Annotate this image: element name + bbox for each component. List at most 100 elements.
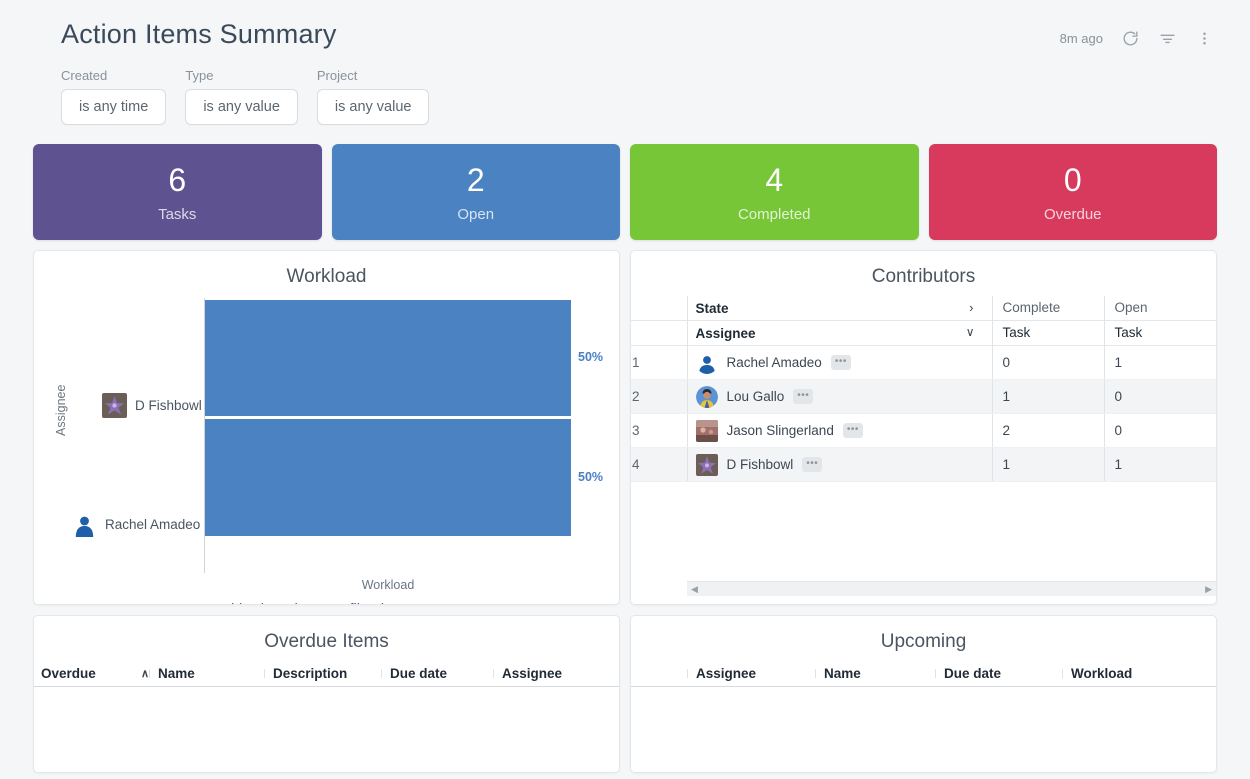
contributors-panel: Contributors State › Complete Open Assig… [630, 250, 1217, 605]
table-row[interactable]: 2 L [631, 380, 1216, 414]
header-actions: 8m ago [1060, 16, 1218, 48]
workload-title: Workload [34, 251, 619, 296]
kpi-label-tasks: Tasks [158, 206, 196, 223]
row-complete-count: 2 [992, 414, 1104, 448]
overdue-col-name[interactable]: Name [149, 666, 264, 681]
workload-category-0: D Fishbowl [102, 393, 202, 418]
contributors-col-complete-task: Task [992, 321, 1104, 346]
avatar [696, 352, 718, 374]
panel-row-top: Workload Assignee D Fishbowl [32, 250, 1218, 605]
contributors-group-state: State [696, 297, 729, 321]
contributors-group-complete: Complete [992, 296, 1104, 321]
kpi-label-overdue: Overdue [1044, 206, 1102, 223]
kpi-card-tasks[interactable]: 6 Tasks [33, 144, 322, 240]
workload-y-axis-title: Assignee [54, 385, 68, 436]
row-complete-count: 0 [992, 346, 1104, 380]
overdue-col-overdue-label: Overdue [41, 666, 96, 681]
assignee-name: Lou Gallo [727, 389, 785, 404]
overdue-col-overdue[interactable]: Overdue ∧ [34, 666, 149, 681]
avatar-d-fishbowl [102, 393, 127, 418]
last-updated-text: 8m ago [1060, 31, 1103, 46]
row-assignee: Lou Gallo ••• [687, 380, 992, 414]
assignee-name: Jason Slingerland [727, 423, 834, 438]
kpi-value-tasks: 6 [168, 162, 186, 198]
upcoming-col-name[interactable]: Name [815, 666, 935, 681]
kpi-label-completed: Completed [738, 206, 811, 223]
filter-created: Created is any time [61, 68, 166, 125]
overdue-items-body [34, 687, 619, 773]
row-open-count: 1 [1104, 448, 1216, 482]
dashboard-page: Action Items Summary 8m ago Create [0, 0, 1250, 779]
filter-type: Type is any value [185, 68, 298, 125]
upcoming-title: Upcoming [631, 616, 1216, 661]
upcoming-header-row: Assignee Name Due date Workload [631, 661, 1216, 687]
workload-chart: Assignee D Fishbowl 50% [34, 296, 619, 596]
chevron-down-icon[interactable]: ∨ [966, 325, 975, 339]
page-title: Action Items Summary [32, 16, 337, 52]
more-options-icon[interactable]: ••• [831, 355, 851, 370]
row-open-count: 0 [1104, 380, 1216, 414]
contributors-column-header-row: Assignee ∨ Task Task [631, 321, 1216, 346]
contributors-horizontal-scrollbar[interactable]: ◀ ▶ [687, 581, 1216, 596]
row-index: 1 [631, 346, 687, 380]
contributors-col-assignee: Assignee [696, 322, 756, 346]
filter-type-label: Type [185, 68, 298, 83]
overdue-col-description[interactable]: Description [264, 666, 381, 681]
table-row[interactable]: 4 D Fishbowl ••• [631, 448, 1216, 482]
contributors-col-open-task: Task [1104, 321, 1216, 346]
workload-bar-1[interactable] [205, 419, 571, 536]
overdue-items-header-row: Overdue ∧ Name Description Due date Assi… [34, 661, 619, 687]
filter-type-value[interactable]: is any value [185, 89, 298, 125]
refresh-icon[interactable] [1120, 28, 1140, 48]
kpi-card-completed[interactable]: 4 Completed [630, 144, 919, 240]
filter-project: Project is any value [317, 68, 430, 125]
overdue-col-assignee[interactable]: Assignee [493, 666, 608, 681]
row-open-count: 1 [1104, 346, 1216, 380]
more-vertical-icon[interactable] [1194, 28, 1214, 48]
more-options-icon[interactable]: ••• [802, 457, 822, 472]
avatar [696, 386, 718, 408]
workload-x-axis-title: Workload [205, 578, 571, 592]
scroll-right-arrow-icon[interactable]: ▶ [1201, 584, 1216, 595]
row-index: 4 [631, 448, 687, 482]
kpi-card-overdue[interactable]: 0 Overdue [929, 144, 1218, 240]
workload-category-0-label: D Fishbowl [135, 398, 202, 413]
workload-note: This chart does not filter by Date [34, 602, 619, 605]
filter-icon[interactable] [1157, 28, 1177, 48]
scroll-left-arrow-icon[interactable]: ◀ [687, 584, 702, 595]
kpi-label-open: Open [457, 206, 494, 223]
workload-category-1: Rachel Amadeo [72, 512, 200, 537]
filter-bar: Created is any time Type is any value Pr… [32, 68, 1218, 125]
row-index: 2 [631, 380, 687, 414]
workload-bar-0[interactable] [205, 300, 571, 416]
more-options-icon[interactable]: ••• [843, 423, 863, 438]
filter-created-value[interactable]: is any time [61, 89, 166, 125]
chevron-right-icon[interactable]: › [969, 300, 973, 315]
row-complete-count: 1 [992, 448, 1104, 482]
workload-bar-0-value: 50% [578, 350, 603, 364]
row-complete-count: 1 [992, 380, 1104, 414]
upcoming-col-due-date[interactable]: Due date [935, 666, 1062, 681]
kpi-value-overdue: 0 [1064, 162, 1082, 198]
filter-project-label: Project [317, 68, 430, 83]
overdue-col-due-date[interactable]: Due date [381, 666, 493, 681]
row-assignee: Rachel Amadeo ••• [687, 346, 992, 380]
table-row[interactable]: 3 [631, 414, 1216, 448]
kpi-cards: 6 Tasks 2 Open 4 Completed 0 Overdue [32, 144, 1218, 240]
avatar [696, 420, 718, 442]
upcoming-col-workload[interactable]: Workload [1062, 666, 1182, 681]
workload-category-1-label: Rachel Amadeo [105, 517, 200, 532]
upcoming-col-assignee[interactable]: Assignee [687, 666, 815, 681]
more-options-icon[interactable]: ••• [793, 389, 813, 404]
filter-project-value[interactable]: is any value [317, 89, 430, 125]
panel-row-bottom: Overdue Items Overdue ∧ Name Description… [32, 615, 1218, 773]
row-index: 3 [631, 414, 687, 448]
sort-ascending-icon: ∧ [141, 667, 149, 680]
page-header: Action Items Summary 8m ago [32, 0, 1218, 52]
workload-bar-1-value: 50% [578, 470, 603, 484]
table-row[interactable]: 1 Rachel Amadeo ••• [631, 346, 1216, 380]
kpi-card-open[interactable]: 2 Open [332, 144, 621, 240]
row-open-count: 0 [1104, 414, 1216, 448]
avatar [696, 454, 718, 476]
upcoming-body [631, 687, 1216, 773]
